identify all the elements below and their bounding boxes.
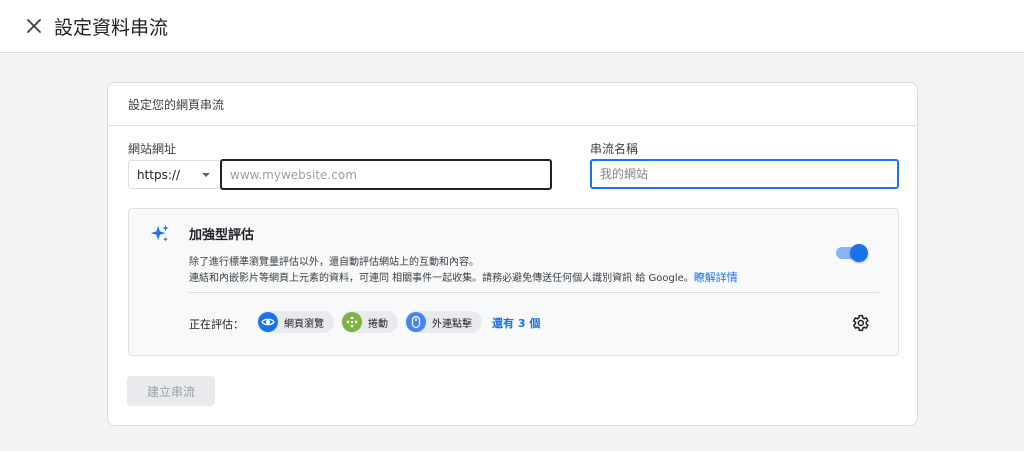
protocol-value: https:// bbox=[137, 167, 181, 182]
top-bar: 設定資料串流 bbox=[0, 0, 1024, 53]
enhanced-description-line2: 連結和內嵌影片等網頁上元素的資料，可連同 相關事件一起收集。請務必避免傳送任何個… bbox=[189, 269, 738, 285]
chevron-down-icon bbox=[202, 173, 210, 177]
enhanced-measurement-panel: 加強型評估 除了進行標準瀏覽量評估以外，還自動評估網站上的互動和內容。 連結和內… bbox=[128, 208, 899, 356]
create-stream-button[interactable]: 建立串流 bbox=[127, 376, 215, 406]
gear-icon[interactable] bbox=[850, 313, 870, 333]
website-url-label: 網站網址 bbox=[128, 142, 177, 156]
chip-label: 網頁瀏覽 bbox=[284, 318, 324, 330]
mouse-icon bbox=[406, 312, 426, 332]
stream-name-input[interactable] bbox=[590, 159, 899, 189]
learn-more-link[interactable]: 瞭解詳情 bbox=[694, 271, 738, 284]
page-title: 設定資料串流 bbox=[54, 16, 169, 39]
measuring-label: 正在評估： bbox=[189, 318, 244, 331]
close-icon bbox=[27, 19, 41, 33]
enhanced-description-line1: 除了進行標準瀏覽量評估以外，還自動評估網站上的互動和內容。 bbox=[189, 257, 479, 268]
sparkle-icon bbox=[150, 224, 169, 242]
toggle-knob bbox=[850, 244, 868, 262]
more-events-link[interactable]: 還有 3 個 bbox=[492, 315, 540, 331]
card-heading: 設定您的網頁串流 bbox=[108, 83, 917, 126]
stream-name-label: 串流名稱 bbox=[590, 142, 639, 156]
chip-label: 捲動 bbox=[368, 318, 388, 330]
web-stream-setup-card: 設定您的網頁串流 網站網址 https:// 串流名稱 加強型評估 除了進行標準… bbox=[107, 82, 918, 426]
enhanced-measurement-title: 加強型評估 bbox=[189, 228, 255, 243]
divider bbox=[189, 292, 879, 293]
close-button[interactable] bbox=[24, 16, 44, 36]
enhanced-measurement-toggle[interactable] bbox=[836, 242, 868, 264]
chip-scrolls[interactable]: 捲動 bbox=[341, 311, 398, 333]
scroll-icon bbox=[342, 312, 362, 332]
eye-icon bbox=[258, 312, 278, 332]
protocol-select[interactable]: https:// bbox=[128, 160, 220, 189]
chip-page-views[interactable]: 網頁瀏覽 bbox=[257, 311, 334, 333]
website-url-input[interactable] bbox=[220, 159, 552, 190]
chip-outbound-clicks[interactable]: 外連點擊 bbox=[405, 311, 482, 333]
chip-label: 外連點擊 bbox=[432, 318, 472, 330]
enhanced-description-text: 連結和內嵌影片等網頁上元素的資料，可連同 相關事件一起收集。請務必避免傳送任何個… bbox=[189, 273, 694, 284]
